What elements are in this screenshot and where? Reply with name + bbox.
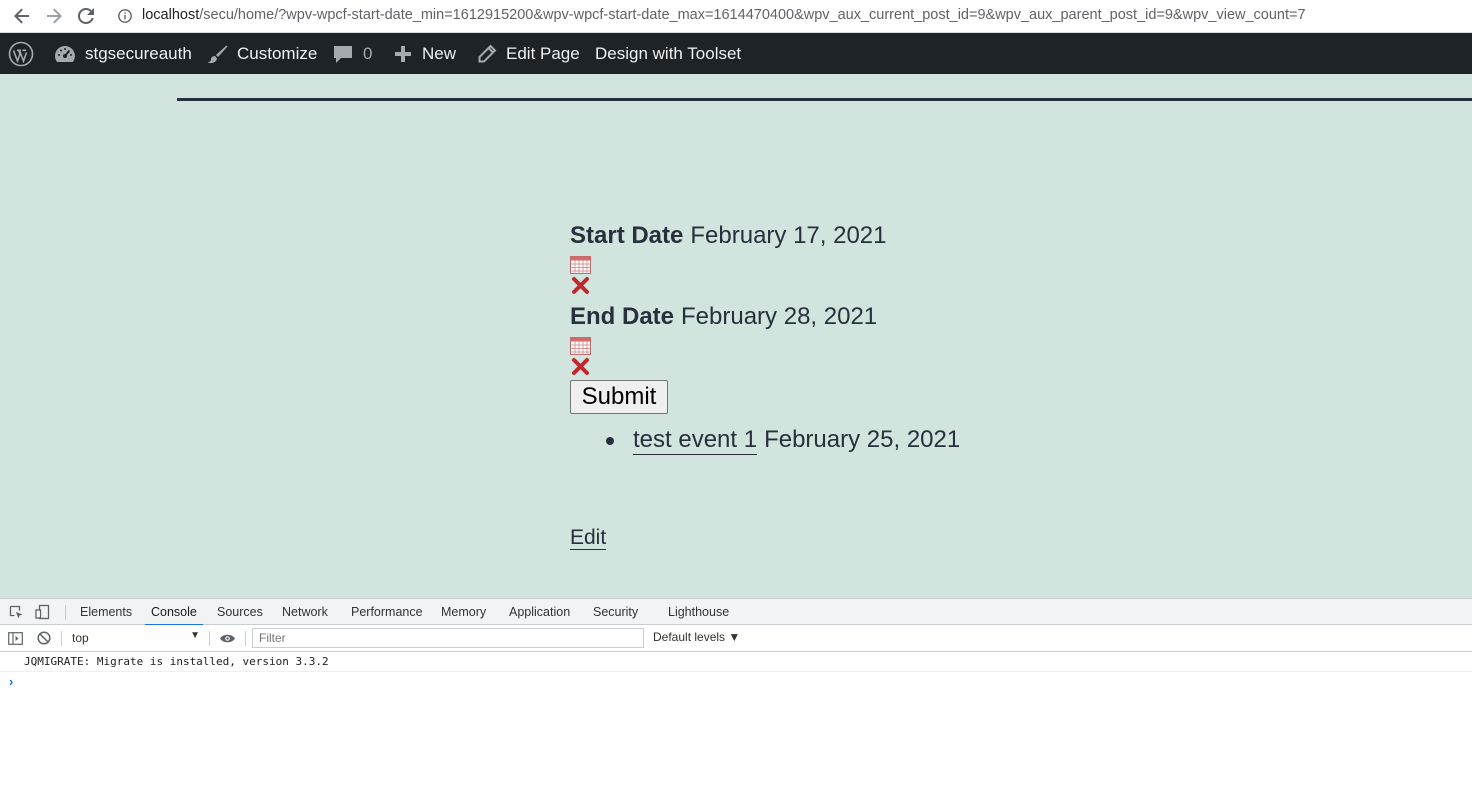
start-date-calendar-icon[interactable] — [570, 255, 591, 274]
context-value: top — [72, 631, 89, 645]
divider — [61, 631, 62, 646]
new-label: New — [422, 43, 457, 63]
edit-link[interactable]: Edit — [570, 527, 607, 550]
sidebar-icon — [8, 631, 23, 645]
list-bullet — [606, 437, 614, 445]
submit-button[interactable]: Submit — [570, 380, 668, 414]
tab-elements[interactable]: Elements — [80, 599, 132, 625]
live-expression-button[interactable] — [219, 625, 236, 651]
url-path: /secu/home/?wpv-wpcf-start-date_min=1612… — [199, 7, 1306, 23]
inspect-icon — [9, 605, 23, 618]
end-date-label: End Date — [570, 303, 675, 330]
site-name-menu[interactable]: stgsecureauth — [54, 33, 192, 74]
devtools-tab-bar: Elements Console Sources Network Perform… — [0, 598, 1472, 626]
plus-icon — [393, 44, 413, 64]
back-button[interactable] — [10, 4, 34, 28]
address-bar[interactable]: localhost/secu/home/?wpv-wpcf-start-date… — [108, 2, 1468, 30]
site-name-label: stgsecureauth — [85, 43, 192, 63]
divider — [245, 631, 246, 646]
wp-admin-bar: stgsecureauth Customize 0 New Edit Page … — [0, 33, 1472, 74]
comment-icon — [332, 44, 354, 64]
console-toolbar: top ▼ Default levels ▼ — [0, 625, 1472, 652]
device-toggle-icon — [35, 604, 50, 620]
tab-network[interactable]: Network — [282, 599, 328, 625]
wordpress-icon — [8, 41, 34, 66]
edit-page-link[interactable]: Edit Page — [476, 33, 580, 74]
header-separator — [177, 98, 1472, 101]
page-content: Start Date February 17, 2021 End Date Febr… — [0, 74, 1472, 598]
end-date-calendar-icon[interactable] — [570, 336, 591, 355]
pencil-icon — [476, 44, 497, 64]
tab-application[interactable]: Application — [509, 599, 570, 625]
comments-link[interactable]: 0 — [332, 33, 372, 74]
console-message-text: JQMIGRATE: Migrate is installed, version… — [24, 655, 329, 668]
tab-sources[interactable]: Sources — [217, 599, 263, 625]
start-date-row: Start Date February 17, 2021 — [570, 222, 887, 250]
edit-page-label: Edit Page — [506, 43, 580, 63]
arrow-left-icon — [14, 8, 29, 24]
inspect-element-button[interactable] — [9, 599, 24, 625]
end-date-row: End Date February 28, 2021 — [570, 303, 877, 331]
tab-performance[interactable]: Performance — [351, 599, 423, 625]
start-date-label: Start Date — [570, 222, 684, 249]
design-label: Design with Toolset — [595, 43, 742, 63]
context-selector[interactable]: top ▼ — [66, 628, 204, 648]
url-text[interactable]: localhost/secu/home/?wpv-wpcf-start-date… — [142, 7, 1306, 23]
block-icon — [37, 631, 51, 645]
customize-link[interactable]: Customize — [206, 33, 317, 74]
info-icon[interactable] — [118, 9, 132, 23]
tab-memory[interactable]: Memory — [441, 599, 486, 625]
new-content-menu[interactable]: New — [393, 33, 456, 74]
result-date: February 25, 2021 — [764, 426, 961, 453]
end-date-value: February 28, 2021 — [681, 303, 878, 330]
forward-button[interactable] — [42, 4, 66, 28]
divider — [209, 631, 210, 646]
tab-security[interactable]: Security — [593, 599, 638, 625]
comments-count: 0 — [363, 43, 373, 63]
start-date-clear-icon[interactable] — [570, 276, 591, 295]
dashboard-icon — [54, 45, 76, 63]
dropdown-arrow-icon: ▼ — [190, 630, 200, 641]
console-message: JQMIGRATE: Migrate is installed, version… — [0, 652, 1472, 672]
tab-console[interactable]: Console — [145, 599, 203, 626]
paintbrush-icon — [206, 44, 228, 64]
start-date-value: February 17, 2021 — [690, 222, 887, 249]
url-host: localhost — [142, 7, 200, 23]
result-list-item: test event 1 February 25, 2021 — [606, 426, 961, 455]
log-levels-dropdown[interactable]: Default levels ▼ — [653, 630, 740, 644]
result-title-link[interactable]: test event 1 — [633, 426, 758, 455]
arrow-right-icon — [47, 8, 62, 24]
show-sidebar-button[interactable] — [8, 625, 23, 651]
design-with-toolset-link[interactable]: Design with Toolset — [595, 33, 741, 74]
clear-console-button[interactable] — [37, 625, 51, 651]
device-toolbar-button[interactable] — [35, 599, 51, 625]
divider — [65, 605, 66, 620]
devtools-panel: Elements Console Sources Network Perform… — [0, 598, 1472, 805]
customize-label: Customize — [237, 43, 318, 63]
reload-icon — [77, 7, 94, 24]
reload-button[interactable] — [74, 4, 98, 28]
console-prompt[interactable]: › — [9, 674, 13, 689]
eye-icon — [220, 634, 235, 642]
tab-lighthouse[interactable]: Lighthouse — [668, 599, 729, 625]
wordpress-logo-button[interactable] — [8, 33, 34, 74]
end-date-clear-icon[interactable] — [570, 357, 591, 376]
browser-toolbar: localhost/secu/home/?wpv-wpcf-start-date… — [0, 0, 1472, 33]
console-filter-input[interactable] — [252, 628, 644, 648]
